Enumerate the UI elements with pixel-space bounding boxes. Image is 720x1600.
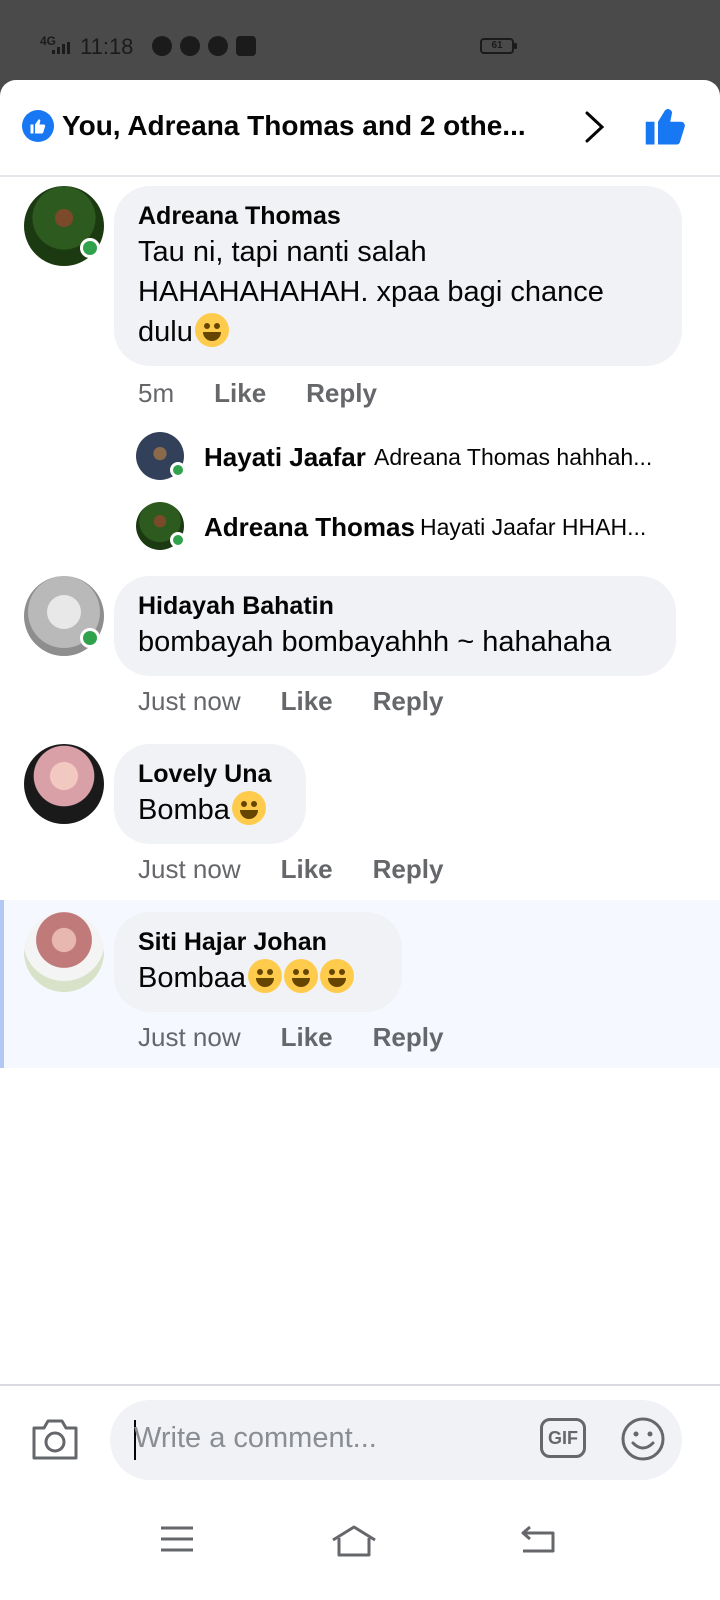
like-reaction-icon: [22, 110, 54, 142]
tears-of-joy-emoji-icon: [194, 313, 229, 347]
online-status-dot: [170, 532, 186, 548]
hand-over-mouth-emoji-icon: [248, 959, 283, 993]
rolling-on-floor-laughing-emoji-icon: [231, 791, 266, 825]
status-bar: 4G 11:18 61: [0, 0, 720, 82]
reply-author[interactable]: Hayati Jaafar: [204, 442, 366, 473]
comment-actions: 5m Like Reply: [138, 378, 417, 409]
like-link[interactable]: Like: [214, 378, 266, 409]
back-icon[interactable]: [520, 1524, 556, 1554]
comment-composer: Write a comment... GIF: [0, 1384, 720, 1496]
comment-bubble[interactable]: Lovely Una Bomba: [114, 744, 306, 844]
online-status-dot: [170, 462, 186, 478]
clock: 11:18: [80, 34, 134, 59]
online-status-dot: [80, 238, 100, 258]
reactions-summary[interactable]: You, Adreana Thomas and 2 othe...: [62, 110, 562, 142]
comment-actions: Just now Like Reply: [138, 686, 483, 717]
comment-actions: Just now Like Reply: [138, 854, 483, 885]
reply-author[interactable]: Adreana Thomas: [204, 512, 415, 543]
like-link[interactable]: Like: [281, 854, 333, 885]
grinning-emoji-icon: [320, 959, 355, 993]
comment-bubble[interactable]: Hidayah Bahatin bombayah bombayahhh ~ ha…: [114, 576, 676, 676]
reactions-header[interactable]: You, Adreana Thomas and 2 othe...: [0, 80, 720, 177]
comment-author[interactable]: Siti Hajar Johan: [138, 926, 378, 958]
messenger-icon: [180, 36, 200, 56]
chevron-right-icon[interactable]: [584, 110, 606, 144]
reply-preview[interactable]: Hayati Jaafar Adreana Thomas hahhah...: [136, 432, 700, 482]
comment-time: Just now: [138, 854, 241, 884]
comment-actions: Just now Like Reply: [138, 1022, 483, 1053]
gif-button[interactable]: GIF: [540, 1418, 586, 1458]
home-icon[interactable]: [330, 1524, 378, 1558]
reply-link[interactable]: Reply: [373, 686, 444, 717]
telegram-icon: [208, 36, 228, 56]
comment-time: Just now: [138, 686, 241, 716]
like-button-icon[interactable]: [644, 106, 686, 148]
reply-text: Adreana Thomas hahhah...: [374, 444, 653, 470]
reply-link[interactable]: Reply: [306, 378, 377, 409]
comment-time: 5m: [138, 378, 175, 408]
comment-text-line: dulu: [138, 316, 193, 348]
avatar[interactable]: [24, 744, 104, 824]
comment-author[interactable]: Adreana Thomas: [138, 200, 658, 232]
comment-time: Just now: [138, 1022, 241, 1052]
signal-icon: [52, 42, 70, 54]
comment-text: Bombaa: [138, 962, 247, 994]
comment-bubble[interactable]: Adreana Thomas Tau ni, tapi nanti salah …: [114, 186, 682, 366]
like-link[interactable]: Like: [281, 1022, 333, 1053]
system-nav-bar: [0, 1494, 720, 1600]
reply-preview[interactable]: Adreana Thomas Hayati Jaafar HHAH...: [136, 502, 700, 552]
battery-icon: 61: [480, 38, 517, 54]
emoji-icon[interactable]: [620, 1416, 666, 1462]
hand-over-mouth-emoji-icon: [284, 959, 319, 993]
comments-sheet: You, Adreana Thomas and 2 othe... Adrean…: [0, 80, 720, 1600]
comment-text: Bomba: [138, 794, 230, 826]
comment-author[interactable]: Hidayah Bahatin: [138, 590, 652, 622]
reply-link[interactable]: Reply: [373, 1022, 444, 1053]
comment-text: bombayah bombayahhh ~ hahahaha: [138, 626, 612, 658]
avatar[interactable]: [24, 912, 104, 992]
reply-link[interactable]: Reply: [373, 854, 444, 885]
comment-bubble[interactable]: Siti Hajar Johan Bombaa: [114, 912, 402, 1012]
reply-text: Hayati Jaafar HHAH...: [420, 514, 647, 540]
camera-icon[interactable]: [30, 1416, 80, 1462]
comment-placeholder: Write a comment...: [134, 1422, 377, 1454]
whatsapp-icon: [152, 36, 172, 56]
menu-icon[interactable]: [160, 1524, 194, 1554]
comment-text-line: HAHAHAHAHAH. xpaa bagi chance: [138, 276, 604, 308]
comment-text-line: Tau ni, tapi nanti salah: [138, 236, 427, 268]
online-status-dot: [80, 628, 100, 648]
comment-author[interactable]: Lovely Una: [138, 758, 282, 790]
comment-input[interactable]: Write a comment... GIF: [110, 1400, 682, 1480]
like-link[interactable]: Like: [281, 686, 333, 717]
facebook-icon: [236, 36, 256, 56]
